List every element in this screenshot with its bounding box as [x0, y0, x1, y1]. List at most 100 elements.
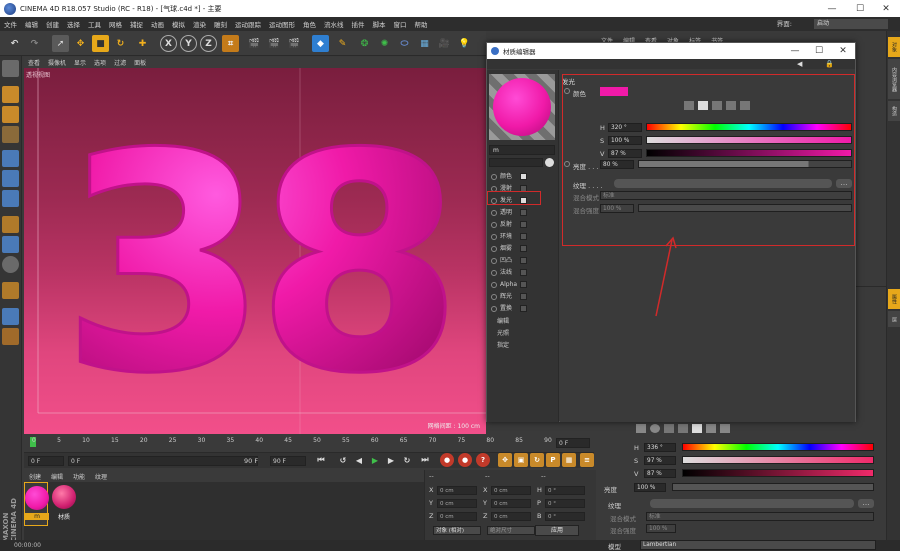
menu-window[interactable]: 窗口: [390, 19, 411, 29]
color-wheel-icon[interactable]: [650, 424, 660, 433]
channel-icon[interactable]: [636, 424, 646, 433]
apply-button[interactable]: 应用: [535, 525, 579, 536]
polygons-mode-icon[interactable]: [2, 190, 19, 207]
menu-snap[interactable]: 捕捉: [126, 19, 147, 29]
start-frame-field[interactable]: 0 F: [28, 456, 64, 466]
coordinate-system-icon[interactable]: ⌗: [222, 35, 239, 52]
attr-v-input[interactable]: 87 %: [644, 469, 676, 478]
menu-help[interactable]: 帮助: [411, 19, 432, 29]
axis-mode-icon[interactable]: [2, 216, 19, 233]
material-preview[interactable]: [489, 74, 555, 140]
size-z-input[interactable]: 0 cm: [491, 512, 531, 521]
timeline-ruler[interactable]: 0 5 10 15 20 25 30 35 40 45 50 55 60 65 …: [24, 434, 594, 452]
select-arrow-icon[interactable]: ➚: [52, 35, 69, 52]
menu-animate[interactable]: 动画: [147, 19, 168, 29]
texture-mode-icon[interactable]: [2, 106, 19, 123]
channel-transparency[interactable]: 透明: [490, 207, 556, 218]
edges-mode-icon[interactable]: [2, 170, 19, 187]
menu-mesh[interactable]: 网格: [105, 19, 126, 29]
vp-menu-filter[interactable]: 过滤: [110, 58, 130, 67]
channel-checkbox[interactable]: [520, 209, 527, 216]
minimize-button[interactable]: —: [818, 0, 846, 17]
maximize-button[interactable]: ☐: [846, 0, 874, 17]
menu-render[interactable]: 渲染: [189, 19, 210, 29]
generator-icon[interactable]: ❂: [356, 35, 373, 52]
rot-p-input[interactable]: 0 °: [545, 499, 585, 508]
keyframe-selection-icon[interactable]: ?: [476, 453, 490, 467]
mat-menu-edit[interactable]: 编辑: [46, 472, 68, 481]
sub-item-assignment[interactable]: 指定: [497, 340, 509, 349]
workplane-icon[interactable]: [2, 126, 19, 143]
side-tab-layers[interactable]: 层: [888, 311, 900, 327]
me-maximize-button[interactable]: ☐: [809, 43, 829, 59]
rot-b-input[interactable]: 0 °: [545, 512, 585, 521]
sub-item-illumination[interactable]: 光照: [497, 328, 509, 337]
preview-options-icon[interactable]: [545, 158, 554, 167]
side-tab-structure[interactable]: 构造: [888, 101, 900, 121]
camera-icon[interactable]: 🎥: [436, 35, 453, 52]
magnet-icon[interactable]: [2, 282, 19, 299]
vp-menu-display[interactable]: 显示: [70, 58, 90, 67]
vp-menu-cameras[interactable]: 摄像机: [44, 58, 70, 67]
mat-menu-texture[interactable]: 纹理: [90, 472, 112, 481]
coord-mode-select[interactable]: 对象 (相对): [433, 526, 481, 535]
material-2-tile[interactable]: 材质: [52, 482, 76, 526]
timeline-options-icon[interactable]: ≡: [580, 453, 594, 467]
size-mode-select[interactable]: 绝对尺寸: [487, 526, 535, 535]
make-editable-icon[interactable]: [2, 60, 19, 77]
menu-motion-tracking[interactable]: 运动跟踪: [231, 19, 265, 29]
side-tab-objects[interactable]: 对象: [888, 37, 900, 57]
mat-menu-create[interactable]: 创建: [24, 472, 46, 481]
sub-item-editor[interactable]: 编辑: [497, 316, 509, 325]
points-mode-icon[interactable]: [2, 150, 19, 167]
vp-menu-view[interactable]: 查看: [24, 58, 44, 67]
material-m-tile[interactable]: m: [24, 482, 49, 526]
channel-checkbox[interactable]: [520, 293, 527, 300]
auto-key-icon[interactable]: ●: [458, 453, 472, 467]
coord-x-input[interactable]: 0 cm: [437, 486, 477, 495]
attr-mix-strength-input[interactable]: 100 %: [646, 524, 676, 533]
coord-y-input[interactable]: 0 cm: [437, 499, 477, 508]
attr-texture-field[interactable]: [650, 499, 854, 508]
light-icon[interactable]: 💡: [456, 35, 473, 52]
material-name-field[interactable]: m: [489, 145, 555, 155]
me-close-button[interactable]: ✕: [833, 43, 853, 59]
close-button[interactable]: ✕: [872, 0, 900, 17]
redo-icon[interactable]: ↷: [26, 35, 43, 52]
channel-normal[interactable]: 法线: [490, 267, 556, 278]
next-key-icon[interactable]: ↻: [400, 453, 414, 467]
mograph-icon[interactable]: ⬭: [396, 35, 413, 52]
current-frame-field[interactable]: 0 F: [556, 438, 590, 448]
lock-icon[interactable]: 🔒: [825, 60, 834, 68]
snap-icon[interactable]: [2, 256, 19, 273]
prev-frame-icon[interactable]: ◀: [352, 453, 366, 467]
spline-pen-icon[interactable]: ✎: [334, 35, 351, 52]
channel-color[interactable]: 颜色: [490, 171, 556, 182]
move-icon[interactable]: ✥: [72, 35, 89, 52]
channel-displacement[interactable]: 置换: [490, 303, 556, 314]
attr-texture-more-button[interactable]: …: [858, 499, 874, 508]
spectrum-icon[interactable]: [664, 424, 674, 433]
menu-pipeline[interactable]: 流水线: [320, 19, 348, 29]
channel-checkbox[interactable]: [520, 269, 527, 276]
rot-h-input[interactable]: 0 °: [545, 486, 585, 495]
min-frame-slider[interactable]: 0 F: [68, 456, 258, 466]
model-mode-icon[interactable]: [2, 86, 19, 103]
menu-sculpt[interactable]: 雕刻: [210, 19, 231, 29]
attr-brightness-input[interactable]: 100 %: [634, 483, 666, 492]
menu-file[interactable]: 文件: [0, 19, 21, 29]
preview-mode-field[interactable]: [489, 158, 543, 167]
size-x-input[interactable]: 0 cm: [491, 486, 531, 495]
cube-icon[interactable]: ◆: [312, 35, 329, 52]
go-to-start-icon[interactable]: ⏮: [314, 453, 328, 467]
prev-key-icon[interactable]: ↺: [336, 453, 350, 467]
back-arrow-icon[interactable]: ◀: [797, 60, 805, 68]
channel-fog[interactable]: 烟雾: [490, 243, 556, 254]
key-pla-icon[interactable]: ▦: [562, 453, 576, 467]
lock-workplane-icon[interactable]: [2, 328, 19, 345]
size-y-input[interactable]: 0 cm: [491, 499, 531, 508]
mat-menu-function[interactable]: 功能: [68, 472, 90, 481]
hsv-icon[interactable]: [692, 424, 702, 433]
key-parameter-icon[interactable]: P: [546, 453, 560, 467]
vp-menu-panel[interactable]: 面板: [130, 58, 150, 67]
